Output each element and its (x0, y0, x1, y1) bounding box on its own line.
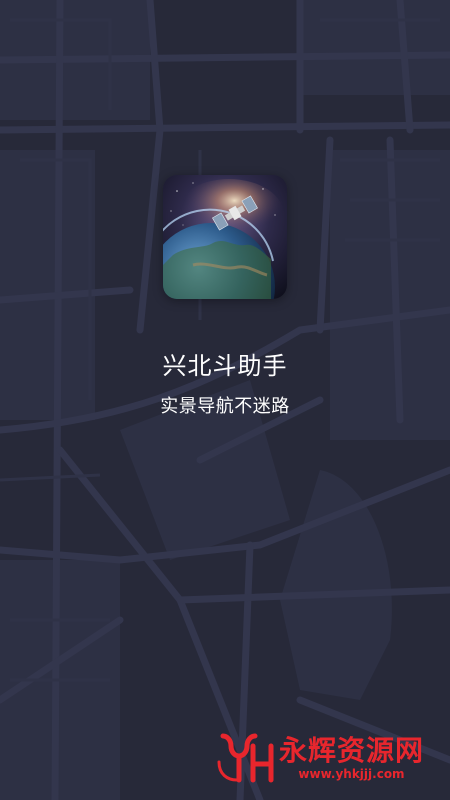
app-name: 兴北斗助手 (162, 352, 288, 380)
watermark-text: 永辉资源网 www.yhkjjj.com (278, 734, 424, 782)
watermark-url: www.yhkjjj.com (298, 767, 405, 781)
watermark: 永辉资源网 www.yhkjjj.com (217, 732, 424, 784)
watermark-name: 永辉资源网 (278, 734, 424, 767)
app-slogan: 实景导航不迷路 (160, 396, 290, 417)
yh-logo-icon (217, 733, 274, 783)
earth-satellite-icon (163, 175, 287, 299)
splash-screen: 兴北斗助手 实景导航不迷路 永辉资源网 www.yhkjjj.com (0, 0, 450, 800)
